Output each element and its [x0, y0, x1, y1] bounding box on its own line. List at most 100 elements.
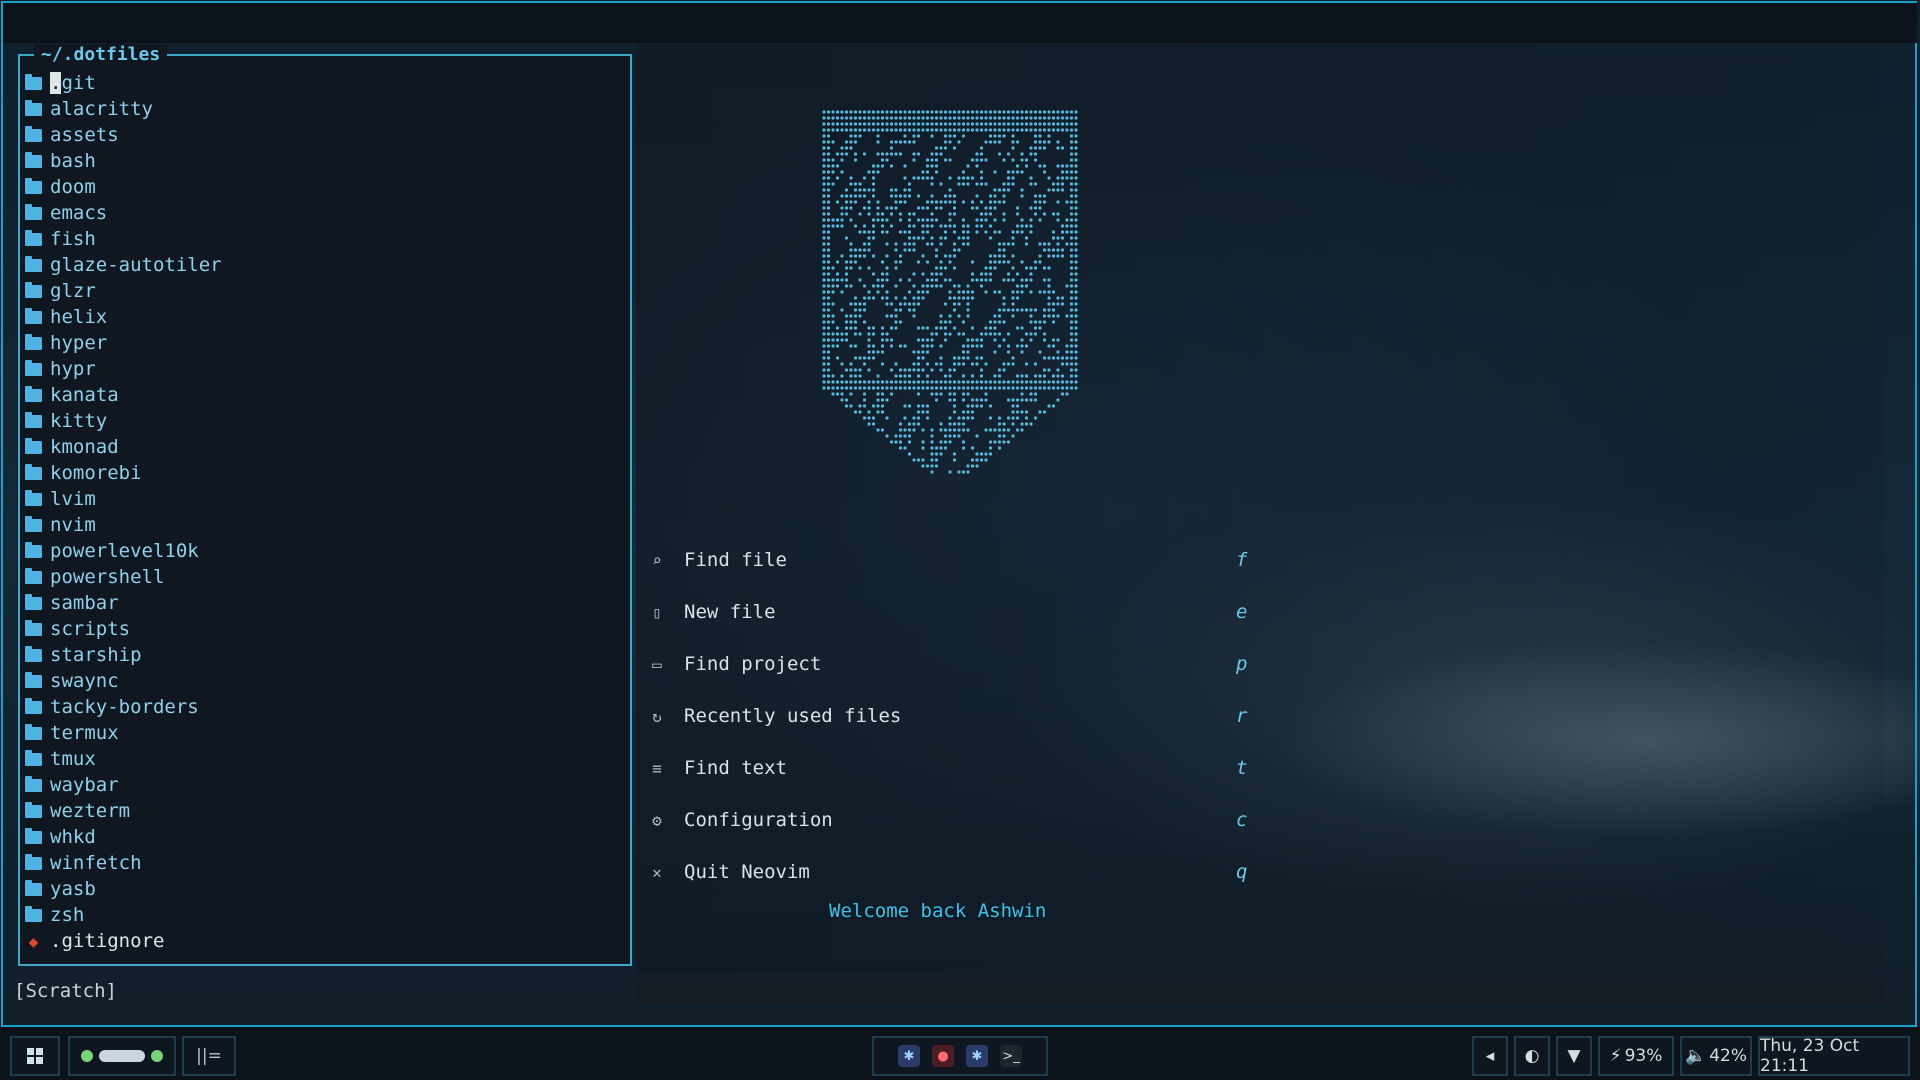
tree-item[interactable]: alacritty — [25, 96, 222, 122]
tree-item-label: starship — [50, 644, 142, 666]
dashboard-item-shortcut: c — [1236, 809, 1248, 831]
tree-item[interactable]: starship — [25, 642, 222, 668]
dashboard-item[interactable]: ✕ Quit Neovim q — [646, 846, 1266, 898]
start-button[interactable] — [10, 1036, 60, 1076]
volume-percentage: 42% — [1709, 1046, 1747, 1066]
tree-item-label: swaync — [50, 670, 119, 692]
tree-item-label: emacs — [50, 202, 108, 224]
tree-item[interactable]: hyper — [25, 330, 222, 356]
tree-item[interactable]: fish — [25, 226, 222, 252]
tree-item[interactable]: whkd — [25, 824, 222, 850]
tree-item[interactable]: helix — [25, 304, 222, 330]
dashboard-item[interactable]: ▯ New file e — [646, 586, 1266, 638]
tray-collapse-button[interactable]: ◂ — [1472, 1036, 1508, 1076]
battery-charging-icon: ⚡ — [1609, 1046, 1622, 1066]
tree-item[interactable]: scripts — [25, 616, 222, 642]
folder-icon — [25, 801, 42, 818]
dashboard-item-label: Quit Neovim — [684, 861, 810, 883]
tree-item[interactable]: hypr — [25, 356, 222, 382]
tree-item[interactable]: waybar — [25, 772, 222, 798]
tree-item[interactable]: kitty — [25, 408, 222, 434]
battery-indicator[interactable]: ⚡ 93% — [1598, 1036, 1674, 1076]
layout-button[interactable]: ||= — [182, 1036, 236, 1076]
dashboard-item[interactable]: ↻ Recently used files r — [646, 690, 1266, 742]
tree-item-label: hypr — [50, 358, 96, 380]
tree-item-label: kitty — [50, 410, 108, 432]
folder-icon — [25, 567, 42, 584]
window-top-bar — [3, 3, 1917, 43]
dashboard-item[interactable]: ≡ Find text t — [646, 742, 1266, 794]
tree-item-label: alacritty — [50, 98, 153, 120]
tree-item[interactable]: glaze-autotiler — [25, 252, 222, 278]
tree-item-label: kanata — [50, 384, 119, 406]
tree-item[interactable]: termux — [25, 720, 222, 746]
tree-item[interactable]: ◆ .gitignore — [25, 928, 222, 954]
folder-icon — [25, 307, 42, 324]
terminal-app-icon[interactable]: >_ — [1000, 1045, 1022, 1067]
taskbar: ||= ✱ ● ✱ >_ ◂ ◐ ▼ ⚡ 93% 🔈 42% Thu, 23 O… — [0, 1027, 1920, 1080]
folder-icon — [25, 385, 42, 402]
tree-item[interactable]: swaync — [25, 668, 222, 694]
file-explorer[interactable]: ~/.dotfiles .git alacritty assets bash doom e… — [18, 44, 632, 966]
tree-item[interactable]: wezterm — [25, 798, 222, 824]
tree-item-label: tmux — [50, 748, 96, 770]
dashboard-item[interactable]: ▭ Find project p — [646, 638, 1266, 690]
tree-item[interactable]: doom — [25, 174, 222, 200]
tree-item[interactable]: powershell — [25, 564, 222, 590]
tree-item-label: powershell — [50, 566, 165, 588]
tree-item[interactable]: nvim — [25, 512, 222, 538]
clock[interactable]: Thu, 23 Oct 21:11 — [1758, 1036, 1910, 1076]
tree-item-label: termux — [50, 722, 119, 744]
folder-icon — [25, 151, 42, 168]
folder-icon — [25, 619, 42, 636]
workspace-dot-1[interactable] — [81, 1050, 93, 1062]
brightness-button[interactable]: ◐ — [1514, 1036, 1550, 1076]
text-cursor: . — [50, 72, 62, 94]
tree-item[interactable]: kmonad — [25, 434, 222, 460]
tree-item[interactable]: tacky-borders — [25, 694, 222, 720]
app-icon-1[interactable]: ✱ — [898, 1045, 920, 1067]
tree-item[interactable]: zsh — [25, 902, 222, 928]
tree-item-label: sambar — [50, 592, 119, 614]
tree-item-label: .git — [50, 72, 96, 94]
tree-item[interactable]: kanata — [25, 382, 222, 408]
workspace-dot-3[interactable] — [151, 1050, 163, 1062]
tree-item[interactable]: .git — [25, 70, 222, 96]
dashboard-item[interactable]: ⌕ Find file f — [646, 534, 1266, 586]
tree-item[interactable]: emacs — [25, 200, 222, 226]
dashboard-item-label: Find text — [684, 757, 787, 779]
tree-item-label: .gitignore — [50, 930, 165, 952]
tree-item[interactable]: tmux — [25, 746, 222, 772]
chevron-left-icon: ◂ — [1485, 1046, 1495, 1066]
tree-item[interactable]: winfetch — [25, 850, 222, 876]
file-tree[interactable]: .git alacritty assets bash doom emacs fish glaz… — [25, 70, 222, 954]
folder-icon — [25, 99, 42, 116]
tree-item[interactable]: glzr — [25, 278, 222, 304]
app-icon-3[interactable]: ✱ — [966, 1045, 988, 1067]
tree-item[interactable]: assets — [25, 122, 222, 148]
workspace-active[interactable] — [99, 1050, 145, 1062]
workspace-indicator[interactable] — [68, 1036, 176, 1076]
dashboard-item-shortcut: q — [1236, 861, 1248, 883]
folder-icon — [25, 177, 42, 194]
battery-percentage: 93% — [1624, 1046, 1663, 1066]
tree-item-label: glzr — [50, 280, 96, 302]
dashboard-item[interactable]: ⚙ Configuration c — [646, 794, 1266, 846]
dashboard-item-label: Configuration — [684, 809, 833, 831]
dashboard-item-label: Find project — [684, 653, 822, 675]
tree-item[interactable]: komorebi — [25, 460, 222, 486]
folder-icon — [25, 203, 42, 220]
app-icon-2[interactable]: ● — [932, 1045, 954, 1067]
tree-item[interactable]: bash — [25, 148, 222, 174]
tree-item-label: fish — [50, 228, 96, 250]
dashboard-menu[interactable]: ⌕ Find file f ▯ New file e ▭ Find project p ↻ Rece… — [646, 534, 1266, 898]
wifi-button[interactable]: ▼ — [1556, 1036, 1592, 1076]
tree-item[interactable]: lvim — [25, 486, 222, 512]
file-icon: ▯ — [652, 602, 662, 622]
tree-item[interactable]: sambar — [25, 590, 222, 616]
status-line — [636, 978, 1884, 1004]
tree-item[interactable]: powerlevel10k — [25, 538, 222, 564]
folder-icon — [25, 463, 42, 480]
tree-item[interactable]: yasb — [25, 876, 222, 902]
volume-indicator[interactable]: 🔈 42% — [1680, 1036, 1752, 1076]
